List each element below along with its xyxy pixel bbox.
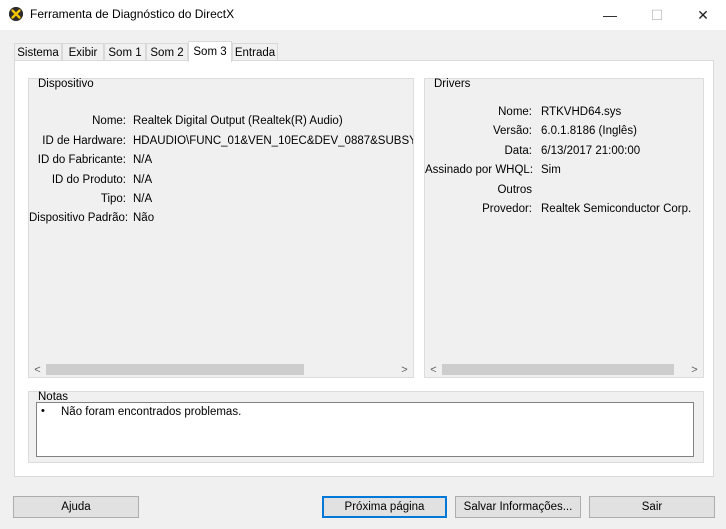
field-value: Sim <box>541 164 561 176</box>
maximize-button: ☐ <box>634 0 680 30</box>
driver-version-row: Versão: 6.0.1.8186 (Inglês) <box>425 125 703 141</box>
window-title: Ferramenta de Diagnóstico do DirectX <box>30 7 235 21</box>
directx-x-icon <box>9 7 23 21</box>
type-row: Tipo: N/A <box>29 193 413 209</box>
tab-som-2[interactable]: Som 2 <box>146 43 188 61</box>
device-group-legend: Dispositivo <box>38 78 94 90</box>
minimize-button[interactable]: — <box>587 0 633 30</box>
tab-label: Som 3 <box>193 46 227 58</box>
field-value: Realtek Digital Output (Realtek(R) Audio… <box>133 115 343 127</box>
scroll-right-icon[interactable]: > <box>396 361 413 378</box>
close-button[interactable]: ✕ <box>680 0 726 30</box>
field-label: ID do Fabricante: <box>37 154 126 166</box>
driver-date-row: Data: 6/13/2017 21:00:00 <box>425 145 703 161</box>
tab-label: Sistema <box>17 46 59 59</box>
device-horizontal-scrollbar[interactable]: < > <box>29 360 413 377</box>
tab-sistema[interactable]: Sistema <box>14 43 62 61</box>
tab-entrada[interactable]: Entrada <box>232 43 278 61</box>
next-page-button[interactable]: Próxima página <box>322 496 447 518</box>
field-value: N/A <box>133 154 153 166</box>
scroll-left-icon[interactable]: < <box>425 361 442 378</box>
help-button[interactable]: Ajuda <box>13 496 139 518</box>
manufacturer-id-row: ID do Fabricante: N/A <box>29 154 413 170</box>
product-id-row: ID do Produto: N/A <box>29 174 413 190</box>
field-value: RTKVHD64.sys <box>541 106 622 118</box>
field-label: Nome: <box>92 115 126 127</box>
scrollbar-thumb[interactable] <box>442 364 674 375</box>
field-value: Realtek Semiconductor Corp. <box>541 203 692 215</box>
exit-button[interactable]: Sair <box>589 496 715 518</box>
drivers-group: Drivers Nome: RTKVHD64.sys Versão: 6.0.1… <box>424 78 704 378</box>
note-item: Não foram encontrados problemas. <box>61 406 242 418</box>
tab-label: Som 2 <box>150 46 184 59</box>
others-row: Outros <box>425 184 703 200</box>
field-label: ID de Hardware: <box>42 135 126 147</box>
field-value: N/A <box>133 174 153 186</box>
device-name-row: Nome: Realtek Digital Output (Realtek(R)… <box>29 115 413 131</box>
field-label: Versão: <box>493 125 532 137</box>
scroll-left-icon[interactable]: < <box>29 361 46 378</box>
field-label: Dispositivo Padrão: <box>29 212 129 224</box>
save-information-button[interactable]: Salvar Informações... <box>455 496 581 518</box>
tab-som-3[interactable]: Som 3 <box>188 41 232 62</box>
hardware-id-row: ID de Hardware: HDAUDIO\FUNC_01&VEN_10EC… <box>29 135 413 151</box>
field-label: Assinado por WHQL: <box>425 164 534 176</box>
field-label: Tipo: <box>100 193 126 205</box>
field-value: N/A <box>133 193 153 205</box>
tab-label: Exibir <box>68 46 98 59</box>
close-icon: ✕ <box>697 6 709 23</box>
default-device-row: Dispositivo Padrão: Não <box>29 212 413 228</box>
drivers-horizontal-scrollbar[interactable]: < > <box>425 360 703 377</box>
field-value: HDAUDIO\FUNC_01&VEN_10EC&DEV_0887&SUBSYS… <box>133 135 413 147</box>
driver-name-row: Nome: RTKVHD64.sys <box>425 106 703 122</box>
title-bar: Ferramenta de Diagnóstico do DirectX — ☐… <box>0 0 726 30</box>
field-value: Não <box>133 212 155 224</box>
field-label: ID do Produto: <box>51 174 126 186</box>
maximize-icon: ☐ <box>650 6 664 23</box>
scroll-right-icon[interactable]: > <box>686 361 703 378</box>
notes-textbox[interactable]: • Não foram encontrados problemas. <box>36 402 694 457</box>
minimize-icon: — <box>603 7 617 23</box>
field-value: 6/13/2017 21:00:00 <box>541 145 641 157</box>
provider-row: Provedor: Realtek Semiconductor Corp. <box>425 203 703 219</box>
tab-label: Entrada <box>234 46 276 59</box>
tab-exibir[interactable]: Exibir <box>62 43 104 61</box>
drivers-group-legend: Drivers <box>434 78 471 90</box>
tab-som-1[interactable]: Som 1 <box>104 43 146 61</box>
field-label: Provedor: <box>482 203 532 215</box>
whql-signed-row: Assinado por WHQL: Sim <box>425 164 703 180</box>
field-value: 6.0.1.8186 (Inglês) <box>541 125 637 137</box>
field-label: Data: <box>504 145 533 157</box>
field-label: Nome: <box>498 106 532 118</box>
device-group: Dispositivo Nome: Realtek Digital Output… <box>28 78 414 378</box>
scrollbar-thumb[interactable] <box>46 364 304 375</box>
bullet-icon: • <box>41 405 45 417</box>
tab-label: Som 1 <box>108 46 142 59</box>
field-label: Outros <box>497 184 532 196</box>
